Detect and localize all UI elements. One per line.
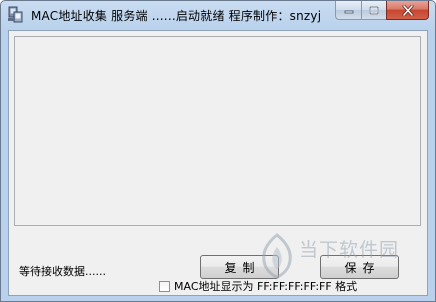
close-button[interactable] (386, 1, 429, 20)
mac-format-checkbox-label: MAC地址显示为 FF:FF:FF:FF:FF 格式 (174, 280, 358, 293)
status-label: 等待接收数据...... (19, 265, 106, 278)
minimize-icon (344, 10, 353, 14)
caption-buttons (335, 1, 429, 21)
mac-format-option[interactable]: MAC地址显示为 FF:FF:FF:FF:FF 格式 (159, 279, 357, 293)
maximize-icon (369, 5, 379, 15)
mac-format-checkbox[interactable] (159, 280, 170, 292)
save-button[interactable]: 保存 (320, 255, 399, 279)
maximize-button[interactable] (361, 1, 386, 20)
title-bar[interactable]: MAC地址收集 服务端 ......启动就绪 程序制作：snzyj (1, 1, 435, 29)
app-window: MAC地址收集 服务端 ......启动就绪 程序制作：snzyj 等待接收数据… (0, 0, 436, 302)
minimize-button[interactable] (335, 1, 361, 20)
window-title: MAC地址收集 服务端 ......启动就绪 程序制作：snzyj (31, 9, 322, 23)
app-icon (7, 6, 24, 23)
client-area: 等待接收数据...... 复制 保存 MAC地址显示为 FF:FF:FF:FF:… (8, 30, 428, 296)
log-output-area[interactable] (14, 36, 421, 226)
copy-button[interactable]: 复制 (200, 255, 279, 279)
close-icon (402, 4, 413, 16)
